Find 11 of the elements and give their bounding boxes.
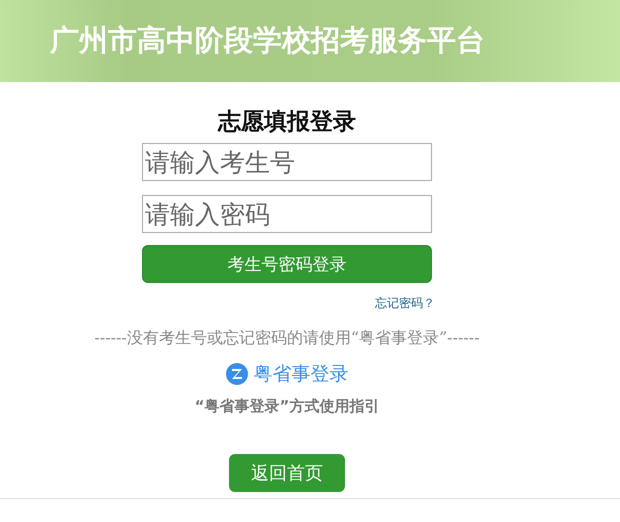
login-title: 志愿填报登录 — [218, 108, 356, 137]
site-title: 广州市高中阶段学校招考服务平台 — [50, 22, 485, 59]
exam-number-field[interactable]: 请输入考生号 — [142, 143, 432, 181]
password-field[interactable]: 请输入密码 — [142, 195, 432, 233]
guide-link[interactable]: “粤省事登录”方式使用指引 — [194, 397, 380, 416]
alt-login-link[interactable]: 粤省事登录 — [226, 361, 348, 387]
forgot-password-link[interactable]: 忘记密码？ — [375, 295, 435, 312]
home-button[interactable]: 返回首页 — [229, 454, 345, 492]
login-button[interactable]: 考生号密码登录 — [142, 245, 432, 283]
notice-text: ------没有考生号或忘记密码的请使用“粤省事登录”------ — [94, 328, 480, 349]
app-logo-icon — [226, 363, 248, 385]
